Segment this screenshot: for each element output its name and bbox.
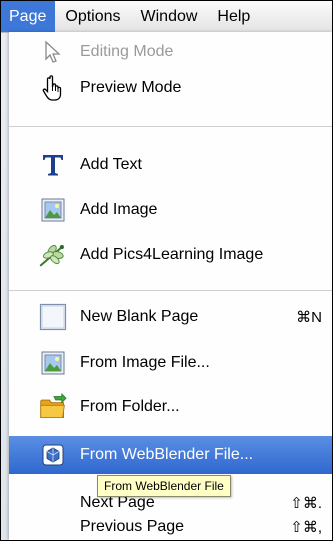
menu-item-add-image[interactable]: Add Image	[9, 192, 332, 228]
menu-item-label: Previous Page	[80, 518, 185, 535]
menu-item-label: From Image File...	[80, 354, 210, 371]
hand-pointer-icon	[39, 74, 67, 102]
menu-item-label: Add Image	[80, 201, 158, 218]
menu-separator	[9, 290, 332, 291]
menu-item-shortcut: ⌘N	[296, 309, 322, 326]
menu-window[interactable]: Window	[131, 1, 208, 32]
menu-item-label: Editing Mode	[80, 43, 174, 60]
menu-item-new-blank-page[interactable]: New Blank Page ⌘N	[9, 299, 332, 335]
image-icon	[39, 196, 67, 224]
menu-item-add-pics4learning-image[interactable]: Add Pics4Learning Image	[9, 237, 332, 273]
menu-page[interactable]: Page	[1, 1, 56, 32]
menu-separator	[9, 126, 332, 127]
menu-options[interactable]: Options	[55, 1, 130, 32]
menu-item-from-folder[interactable]: From Folder...	[9, 389, 332, 425]
menu-item-label: Preview Mode	[80, 79, 182, 96]
menu-item-preview-mode[interactable]: Preview Mode	[9, 70, 332, 106]
arrow-cursor-icon	[39, 38, 67, 66]
menu-item-from-image-file[interactable]: From Image File...	[9, 345, 332, 381]
menu-item-label: New Blank Page	[80, 308, 199, 325]
menu-item-shortcut: ⇧⌘.	[290, 495, 322, 512]
text-T-icon	[39, 151, 67, 179]
menu-item-label: From Folder...	[80, 398, 180, 415]
tooltip: From WebBlender File	[97, 475, 231, 497]
menu-item-from-webblender-file[interactable]: From WebBlender File...	[9, 436, 332, 474]
page-menu-dropdown: Editing Mode Preview Mode Add Text Add I…	[9, 32, 332, 540]
image-file-icon	[39, 349, 67, 377]
menu-item-editing-mode: Editing Mode	[9, 34, 332, 70]
menu-help[interactable]: Help	[207, 1, 260, 32]
menu-item-shortcut: ⇧⌘,	[290, 519, 322, 536]
folder-icon	[39, 393, 67, 421]
menu-item-add-text[interactable]: Add Text	[9, 147, 332, 183]
menu-bar: Page Options Window Help	[1, 1, 332, 33]
menu-item-label: Add Pics4Learning Image	[80, 246, 264, 263]
menu-item-previous-page[interactable]: Previous Page ⇧⌘,	[9, 514, 332, 540]
menu-item-label: From WebBlender File...	[80, 446, 254, 463]
menu-item-label: Add Text	[80, 156, 142, 173]
dragonfly-icon	[39, 241, 67, 269]
screenshot-frame: Page Options Window Help Editing Mode Pr…	[0, 0, 333, 541]
blank-page-icon	[39, 303, 67, 331]
webblender-icon	[39, 441, 67, 469]
